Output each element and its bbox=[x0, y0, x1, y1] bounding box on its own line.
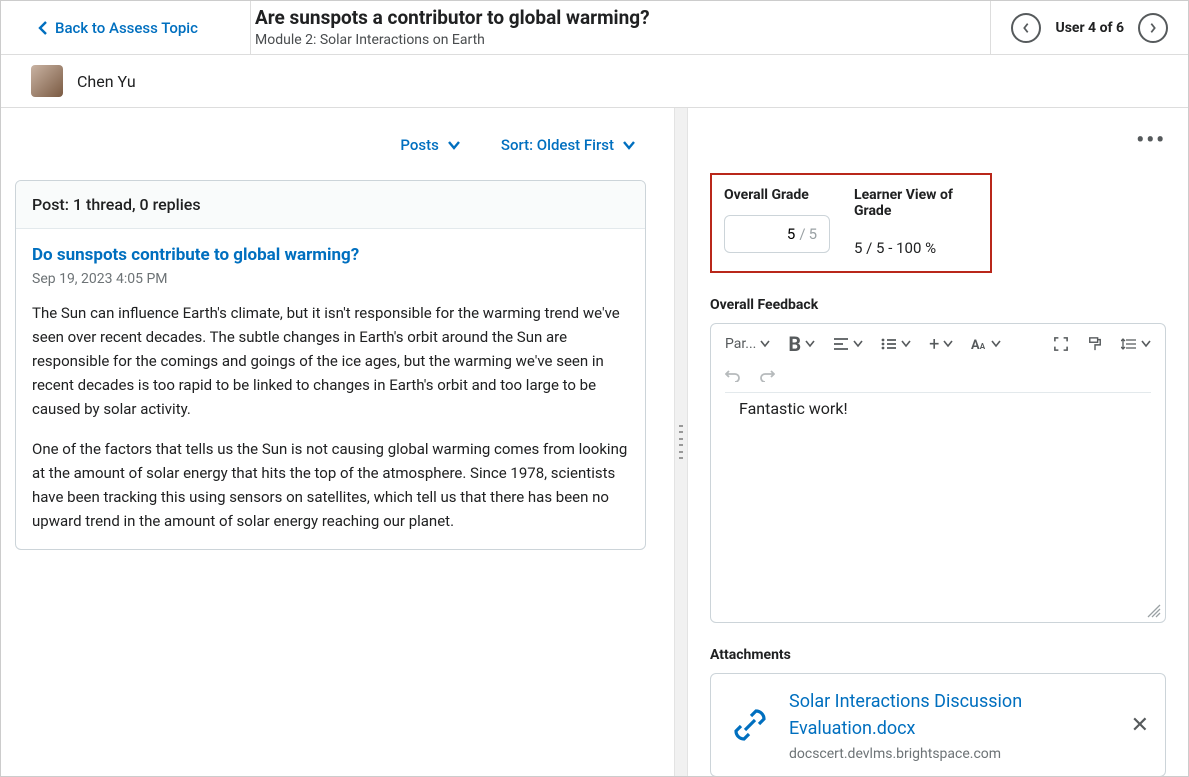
post-summary: Post: 1 thread, 0 replies bbox=[16, 181, 645, 229]
overall-grade-input-wrapper: / 5 bbox=[724, 215, 830, 253]
chevron-down-icon bbox=[760, 340, 770, 348]
undo-tool[interactable] bbox=[725, 368, 741, 382]
svg-text:A: A bbox=[971, 338, 980, 351]
sort-filter[interactable]: Sort: Oldest First bbox=[501, 136, 636, 154]
overall-feedback-label: Overall Feedback bbox=[710, 297, 1166, 313]
remove-attachment-button[interactable]: ✕ bbox=[1131, 713, 1149, 738]
paragraph-style-tool[interactable]: Par... bbox=[725, 336, 770, 352]
post-paragraph-2: One of the factors that tells us the Sun… bbox=[32, 437, 629, 533]
more-actions-button[interactable]: ••• bbox=[1136, 128, 1166, 153]
post-title-link[interactable]: Do sunspots contribute to global warming… bbox=[32, 245, 629, 265]
learner-view-value: 5 / 5 - 100 % bbox=[854, 231, 978, 257]
align-left-icon bbox=[833, 337, 849, 351]
fullscreen-tool[interactable] bbox=[1053, 337, 1069, 351]
feedback-textarea[interactable]: Fantastic work! bbox=[725, 392, 1151, 622]
attachments-label: Attachments bbox=[710, 647, 1166, 663]
post-paragraph-1: The Sun can influence Earth's climate, b… bbox=[32, 301, 629, 421]
chevron-down-icon bbox=[991, 340, 1001, 348]
chevron-down-icon bbox=[805, 340, 815, 348]
font-size-icon: AA bbox=[971, 337, 987, 351]
editor-toolbar: Par... B + bbox=[711, 324, 1165, 392]
format-paint-tool[interactable] bbox=[1087, 337, 1103, 351]
list-tool[interactable] bbox=[881, 337, 911, 351]
format-paint-icon bbox=[1087, 337, 1103, 351]
bullet-list-icon bbox=[881, 337, 897, 351]
post-date: Sep 19, 2023 4:05 PM bbox=[32, 271, 629, 287]
redo-tool[interactable] bbox=[759, 368, 775, 382]
link-icon bbox=[727, 702, 773, 748]
chevron-down-icon bbox=[943, 340, 953, 348]
posts-panel: Posts Sort: Oldest First Post: 1 thread,… bbox=[1, 108, 674, 776]
svg-text:A: A bbox=[980, 342, 986, 351]
student-avatar[interactable] bbox=[31, 65, 63, 97]
attachment-card: Solar Interactions Discussion Evaluation… bbox=[710, 673, 1166, 776]
chevron-down-icon bbox=[853, 340, 863, 348]
insert-tool[interactable]: + bbox=[929, 334, 953, 355]
back-label: Back to Assess Topic bbox=[55, 19, 198, 37]
expand-icon bbox=[1053, 337, 1069, 351]
bold-icon: B bbox=[788, 332, 801, 356]
chevron-down-icon bbox=[1141, 340, 1151, 348]
user-count-label: User 4 of 6 bbox=[1055, 20, 1124, 36]
chevron-right-icon bbox=[1148, 22, 1158, 34]
posts-filter[interactable]: Posts bbox=[400, 136, 460, 154]
panel-resize-handle[interactable] bbox=[674, 108, 688, 776]
font-tool[interactable]: AA bbox=[971, 337, 1001, 351]
chevron-down-icon bbox=[622, 140, 636, 150]
feedback-editor: Par... B + bbox=[710, 323, 1166, 623]
bold-tool[interactable]: B bbox=[788, 332, 815, 356]
grade-summary-box: Overall Grade / 5 Learner View of Grade … bbox=[710, 173, 992, 273]
next-user-button[interactable] bbox=[1138, 13, 1168, 43]
line-spacing-tool[interactable] bbox=[1121, 337, 1151, 351]
align-tool[interactable] bbox=[833, 337, 863, 351]
attachment-domain: docscert.devlms.brightspace.com bbox=[789, 746, 1115, 762]
attachment-name-link[interactable]: Solar Interactions Discussion Evaluation… bbox=[789, 688, 1115, 742]
prev-user-button[interactable] bbox=[1011, 13, 1041, 43]
module-subtitle: Module 2: Solar Interactions on Earth bbox=[255, 32, 978, 48]
posts-filter-label: Posts bbox=[400, 136, 438, 154]
page-title: Are sunspots a contributor to global war… bbox=[255, 7, 978, 30]
overall-grade-label: Overall Grade bbox=[724, 187, 830, 203]
title-block: Are sunspots a contributor to global war… bbox=[251, 1, 990, 54]
chevron-down-icon bbox=[447, 140, 461, 150]
editor-resize-handle[interactable] bbox=[1147, 604, 1161, 618]
resize-grip-icon bbox=[1147, 604, 1161, 618]
chevron-left-icon bbox=[1021, 22, 1031, 34]
post-card: Post: 1 thread, 0 replies Do sunspots co… bbox=[15, 180, 646, 550]
grip-icon bbox=[679, 425, 683, 459]
grade-separator: / bbox=[799, 225, 805, 243]
redo-icon bbox=[759, 368, 775, 382]
learner-view-label: Learner View of Grade bbox=[854, 187, 978, 219]
back-to-assess-topic-link[interactable]: Back to Assess Topic bbox=[1, 1, 251, 54]
student-name: Chen Yu bbox=[77, 72, 136, 91]
sort-filter-label: Sort: Oldest First bbox=[501, 136, 614, 154]
student-bar: Chen Yu bbox=[1, 55, 1188, 108]
grading-panel: ••• Overall Grade / 5 Learner View of Gr… bbox=[688, 108, 1188, 776]
user-navigation: User 4 of 6 bbox=[990, 1, 1188, 54]
line-spacing-icon bbox=[1121, 337, 1137, 351]
chevron-down-icon bbox=[901, 340, 911, 348]
overall-grade-input[interactable] bbox=[765, 225, 795, 243]
grade-max: 5 bbox=[809, 225, 817, 243]
undo-icon bbox=[725, 368, 741, 382]
chevron-left-icon bbox=[37, 21, 49, 35]
plus-icon: + bbox=[929, 334, 939, 355]
